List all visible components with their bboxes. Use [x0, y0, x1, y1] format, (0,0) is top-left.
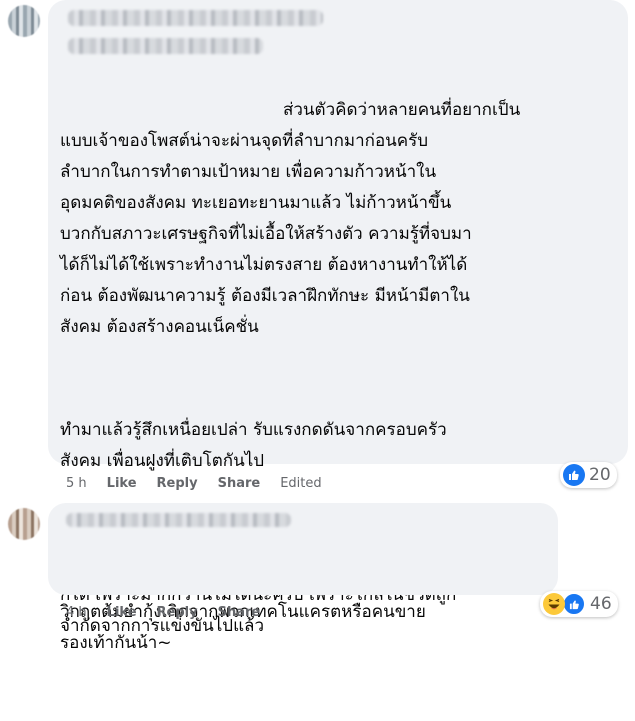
comment-paragraph: ส่วนตัวคิดว่าหลายคนที่อยากเป็น แบบเจ้าขอ…	[60, 100, 521, 337]
comment-actions: 4 h Like Reply Share	[66, 605, 280, 620]
reaction-count: 46	[590, 594, 612, 614]
commenter-name-redacted[interactable]	[68, 10, 323, 26]
comment-paragraph: ทำมาแล้วรู้สึกเหนื่อยเปล่า รับแรงกดดันจา…	[60, 420, 447, 471]
reaction-count: 20	[589, 465, 611, 485]
comment-bubble: ส่วนตัวคิดว่าหลายคนที่อยากเป็น แบบเจ้าขอ…	[48, 0, 628, 636]
like-button[interactable]: Like	[107, 476, 137, 491]
haha-icon	[543, 593, 565, 615]
reply-button[interactable]: Reply	[157, 605, 198, 620]
commenter-avatar[interactable]	[8, 508, 40, 540]
comment-body: วิกฤตต้มยำกุ้งเกิดจากพวกเทคโนแครตหรือคนข…	[60, 535, 426, 721]
reply-button[interactable]: Reply	[157, 476, 198, 491]
commenter-avatar[interactable]	[8, 5, 40, 37]
like-button[interactable]: Like	[107, 605, 137, 620]
comment-timestamp[interactable]: 4 h	[66, 605, 87, 620]
comment-actions: 5 h Like Reply Share Edited	[66, 476, 342, 491]
comment-bubble: วิกฤตต้มยำกุ้งเกิดจากพวกเทคโนแครตหรือคนข…	[48, 503, 558, 653]
share-button[interactable]: Share	[218, 605, 261, 620]
commenter-name-redacted[interactable]	[66, 513, 291, 527]
like-icon	[563, 464, 585, 486]
reaction-summary[interactable]: 46	[540, 591, 618, 617]
reaction-summary[interactable]: 20	[560, 462, 617, 488]
like-icon	[562, 592, 586, 616]
comment-timestamp[interactable]: 5 h	[66, 476, 87, 491]
share-button[interactable]: Share	[218, 476, 261, 491]
edited-label: Edited	[280, 476, 322, 491]
